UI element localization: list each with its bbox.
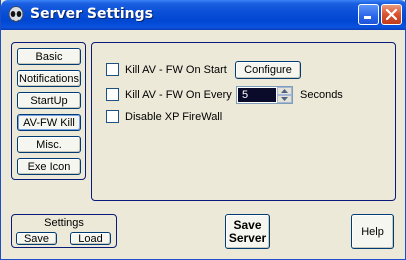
spin-up-button[interactable]: [277, 87, 292, 95]
spin-down-button[interactable]: [277, 95, 292, 103]
kill-on-start-checkbox[interactable]: [106, 63, 119, 76]
kill-every-checkbox[interactable]: [106, 88, 119, 101]
arrow-up-icon: [281, 89, 288, 93]
configure-button[interactable]: Configure: [235, 61, 301, 79]
settings-panel: Settings Save Load: [11, 214, 117, 248]
disable-xp-firewall-row[interactable]: Disable XP FireWall: [106, 110, 222, 123]
alien-head-icon: [8, 6, 24, 22]
client-area: Basic Notifications StartUp AV-FW Kill M…: [4, 30, 402, 257]
interval-value[interactable]: 5: [238, 88, 276, 102]
nav-exe-icon-button[interactable]: Exe Icon: [17, 158, 81, 175]
arrow-down-icon: [281, 97, 288, 101]
settings-save-button[interactable]: Save: [16, 232, 57, 245]
save-server-line1: Save: [233, 217, 262, 232]
nav-panel: Basic Notifications StartUp AV-FW Kill M…: [11, 42, 86, 180]
nav-av-fw-kill-button[interactable]: AV-FW Kill: [17, 114, 81, 131]
av-fw-kill-panel: Kill AV - FW On Start Configure Kill AV …: [91, 42, 396, 201]
nav-startup-button[interactable]: StartUp: [17, 92, 81, 109]
settings-load-button[interactable]: Load: [70, 232, 111, 245]
nav-misc-button[interactable]: Misc.: [17, 136, 81, 153]
help-button[interactable]: Help: [351, 214, 394, 249]
minimize-icon: [364, 16, 371, 19]
disable-xp-firewall-label: Disable XP FireWall: [125, 110, 223, 123]
nav-basic-button[interactable]: Basic: [17, 48, 81, 65]
minimize-button[interactable]: [358, 4, 379, 25]
save-server-line2: Server: [228, 230, 267, 245]
kill-every-row[interactable]: Kill AV - FW On Every: [106, 88, 232, 101]
kill-on-start-row[interactable]: Kill AV - FW On Start: [106, 63, 227, 76]
kill-every-label: Kill AV - FW On Every: [125, 88, 232, 101]
window-title: Server Settings: [30, 6, 153, 22]
server-settings-window: Server Settings Basic Notifications Star…: [0, 0, 406, 260]
save-server-button[interactable]: Save Server: [225, 214, 270, 249]
close-icon: [385, 8, 398, 21]
seconds-label: Seconds: [300, 89, 343, 101]
title-bar[interactable]: Server Settings: [1, 0, 406, 30]
kill-on-start-label: Kill AV - FW On Start: [125, 63, 227, 76]
interval-spinner[interactable]: 5: [236, 86, 293, 104]
close-button[interactable]: [381, 4, 402, 25]
nav-notifications-button[interactable]: Notifications: [17, 70, 81, 87]
disable-xp-firewall-checkbox[interactable]: [106, 110, 119, 123]
settings-caption: Settings: [44, 217, 84, 229]
